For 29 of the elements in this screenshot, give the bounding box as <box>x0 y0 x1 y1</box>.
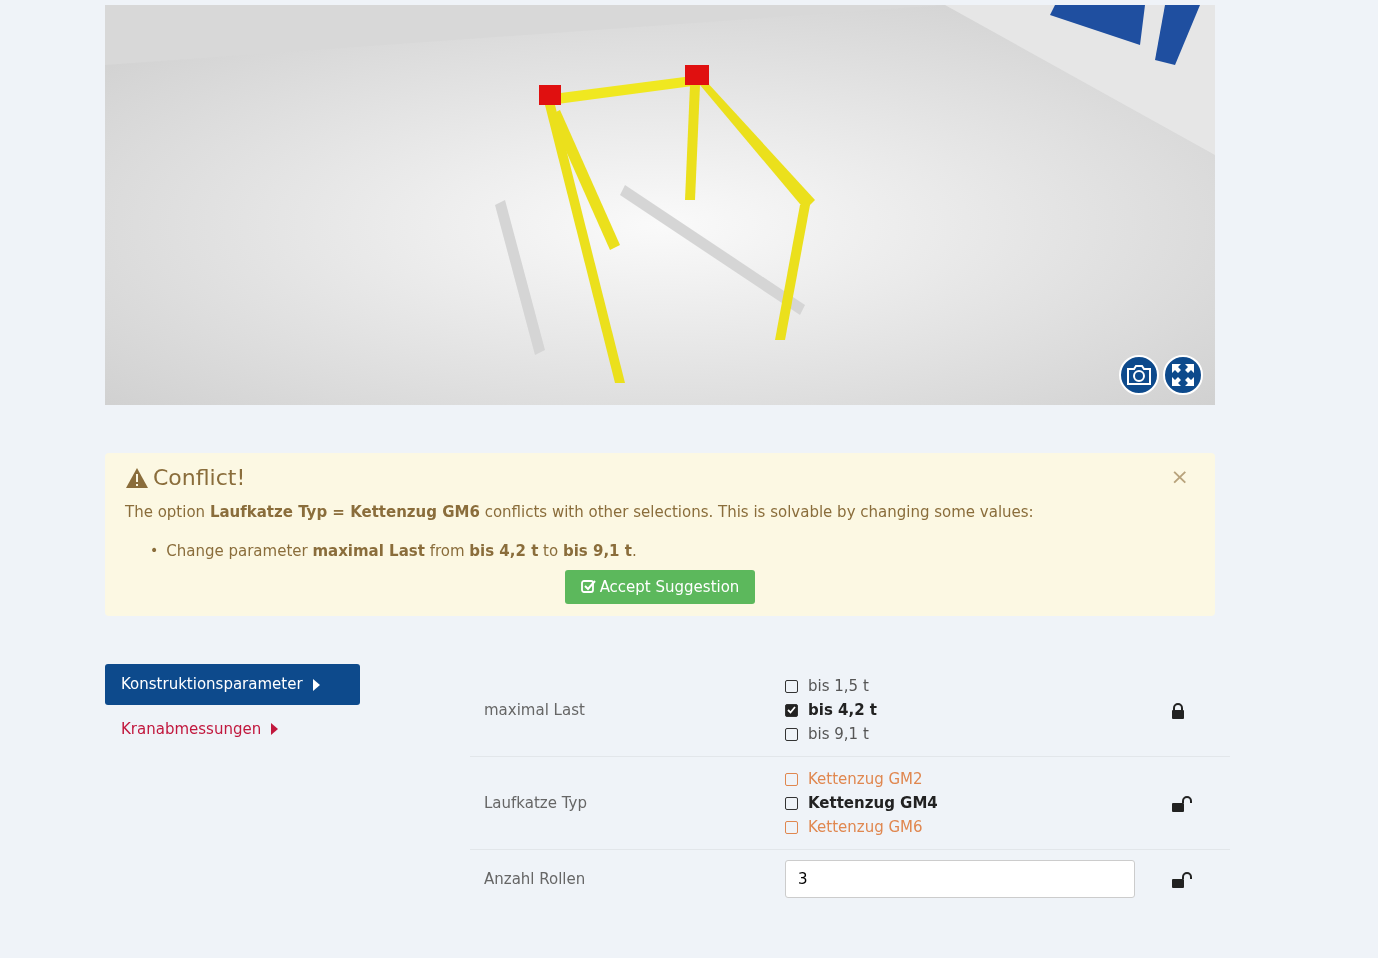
unlocked-icon[interactable] <box>1171 871 1193 888</box>
checkbox[interactable] <box>785 703 798 717</box>
check-square-icon <box>580 578 596 593</box>
warning-icon <box>125 467 149 490</box>
parameter-label: maximal Last <box>483 700 586 722</box>
option-label[interactable]: bis 4,2 t <box>808 699 877 722</box>
number-field[interactable]: 3 <box>785 860 1135 899</box>
checkbox[interactable] <box>785 820 798 834</box>
checkbox[interactable] <box>785 727 798 741</box>
caret-icon <box>271 723 279 736</box>
fullscreen-icon <box>1170 362 1196 388</box>
option-label[interactable]: Kettenzug GM4 <box>808 792 938 815</box>
unlocked-icon[interactable] <box>1171 795 1193 812</box>
nav-link[interactable]: Kranabmessungen <box>105 708 360 750</box>
alert-message: The option Laufkatze Typ = Kettenzug GM6 conflicts with other selections. This is solvable by changing some values: <box>125 502 1035 524</box>
option-label[interactable]: bis 9,1 t <box>808 723 869 746</box>
parameter-label: Anzahl Rollen <box>483 869 587 891</box>
camera-icon <box>1125 364 1153 386</box>
parameter-label: Laufkatze Typ <box>483 793 588 815</box>
alert-title: Conflict! <box>153 465 246 492</box>
lock-icon[interactable] <box>1171 702 1185 719</box>
checkbox[interactable] <box>785 772 798 786</box>
checkbox[interactable] <box>785 679 798 693</box>
nav-link[interactable]: Konstruktionsparameter <box>105 664 360 705</box>
checkbox[interactable] <box>785 796 798 810</box>
suggestion-text: Change parameter maximal Last from bis 4,2 t to bis 9,1 t. <box>166 540 637 562</box>
option-label[interactable]: bis 1,5 t <box>808 675 869 698</box>
bullet: • <box>150 540 159 560</box>
caret-icon <box>312 678 320 691</box>
